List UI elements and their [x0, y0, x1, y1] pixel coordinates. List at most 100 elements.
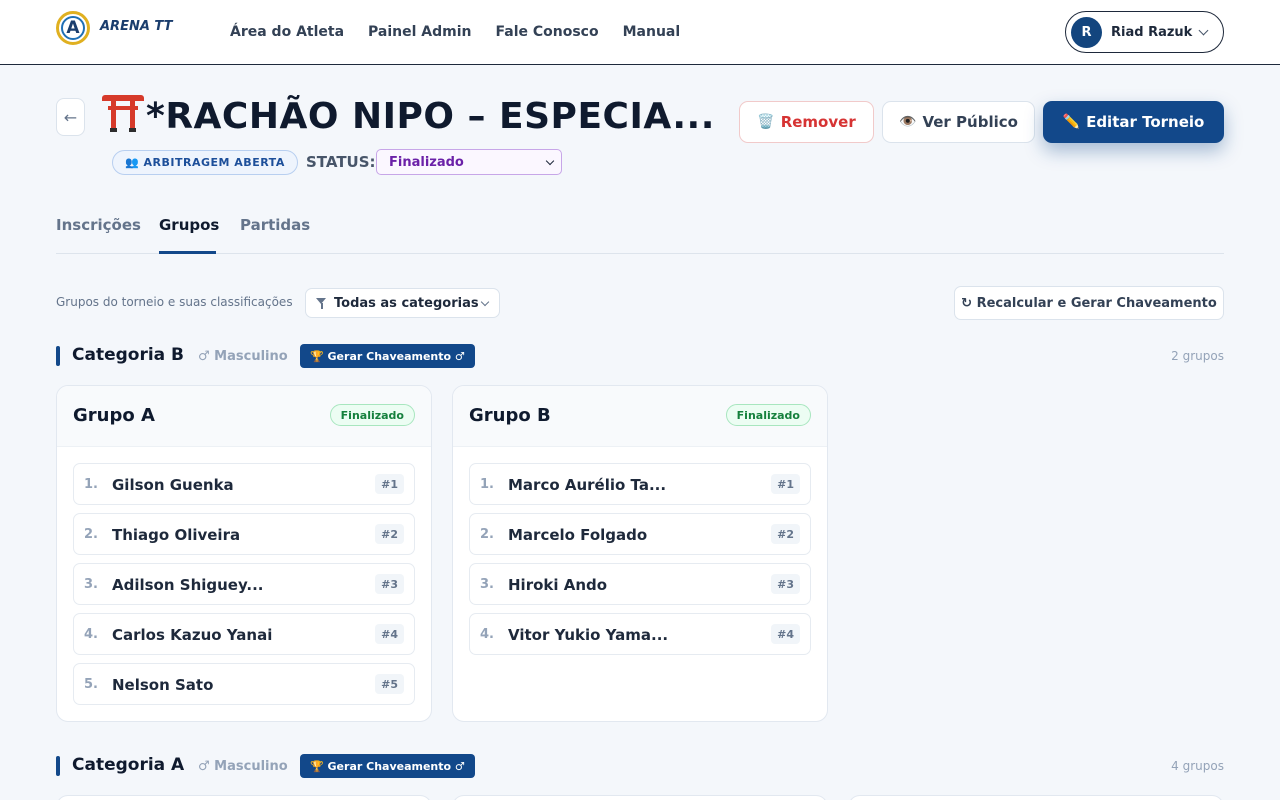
player-rank: 3. — [84, 577, 98, 592]
tab-partidas[interactable]: Partidas — [240, 216, 310, 234]
tab-bar: Inscrições Grupos Partidas — [56, 200, 1224, 254]
edit-tournament-button[interactable]: ✏️ Editar Torneio — [1043, 101, 1224, 143]
category-gender: ♂ Masculino — [198, 759, 288, 774]
back-button[interactable]: ← — [56, 98, 85, 136]
logo-emblem-icon: A — [56, 11, 90, 45]
remove-button-label: Remover — [780, 113, 856, 131]
chevron-down-icon — [545, 156, 555, 166]
category-accent-bar — [56, 346, 60, 366]
category-title: Categoria A — [72, 755, 185, 775]
player-rank: 1. — [84, 477, 98, 492]
tab-inscricoes[interactable]: Inscrições — [56, 216, 141, 234]
status-badge: Finalizado — [329, 404, 415, 426]
group-card-header: Grupo A Finalizado — [57, 386, 431, 447]
player-name: Carlos Kazuo Yanai — [112, 626, 273, 644]
torii-gate-icon — [102, 92, 144, 132]
category-gender: ♂ Masculino — [198, 349, 288, 364]
seed-badge: #3 — [375, 574, 404, 594]
player-rank: 5. — [84, 677, 98, 692]
group-card — [56, 795, 432, 800]
seed-badge: #2 — [771, 524, 800, 544]
status-badge: Finalizado — [725, 404, 811, 426]
generate-bracket-button[interactable]: 🏆 Gerar Chaveamento ♂ — [300, 754, 475, 778]
eye-icon: 👁️ — [899, 114, 917, 130]
player-list: 1. Marco Aurélio Ta... #1 2. Marcelo Fol… — [453, 447, 827, 655]
nav-links: Área do Atleta Painel Admin Fale Conosco… — [230, 0, 680, 64]
player-name: Thiago Oliveira — [112, 526, 241, 544]
chevron-down-icon — [1198, 25, 1209, 35]
group-card — [452, 795, 828, 800]
logo-letter: A — [66, 18, 80, 38]
pencil-icon: ✏️ — [1062, 114, 1081, 130]
nav-link-area-atleta[interactable]: Área do Atleta — [230, 24, 344, 40]
category-header: Categoria A ♂ Masculino 🏆 Gerar Chaveame… — [56, 754, 1224, 778]
group-card: Grupo B Finalizado 1. Marco Aurélio Ta..… — [452, 385, 828, 722]
player-name: Marcelo Folgado — [508, 526, 648, 544]
category-filter-select[interactable]: Todas as categorias — [305, 288, 500, 318]
view-public-button[interactable]: 👁️ Ver Público — [882, 101, 1035, 143]
chevron-down-icon — [480, 297, 490, 307]
active-tab-indicator — [159, 251, 216, 254]
edit-tournament-label: Editar Torneio — [1086, 113, 1205, 131]
remove-button[interactable]: 🗑️ Remover — [739, 101, 874, 143]
player-list: 1. Gilson Guenka #1 2. Thiago Oliveira #… — [57, 447, 431, 705]
player-rank: 2. — [84, 527, 98, 542]
filter-icon — [316, 297, 327, 309]
group-count: 2 grupos — [1171, 349, 1224, 363]
list-item[interactable]: 4. Vitor Yukio Yama... #4 — [469, 613, 811, 655]
category-filter-value: Todas as categorias — [334, 295, 479, 311]
seed-badge: #4 — [375, 624, 404, 644]
list-item[interactable]: 1. Gilson Guenka #1 — [73, 463, 415, 505]
category-accent-bar — [56, 756, 60, 776]
tab-grupos[interactable]: Grupos — [159, 216, 219, 234]
generate-bracket-button[interactable]: 🏆 Gerar Chaveamento ♂ — [300, 344, 475, 368]
group-card — [848, 795, 1224, 800]
category-header: Categoria B ♂ Masculino 🏆 Gerar Chaveame… — [56, 344, 1224, 368]
tournament-title: *RACHÃO NIPO – ESPECIA... — [146, 96, 715, 137]
nav-link-painel-admin[interactable]: Painel Admin — [368, 24, 471, 40]
seed-badge: #5 — [375, 674, 404, 694]
user-name: Riad Razuk — [1111, 24, 1193, 40]
group-count: 4 grupos — [1171, 759, 1224, 773]
seed-badge: #1 — [375, 474, 404, 494]
view-public-label: Ver Público — [922, 113, 1018, 131]
category-title: Categoria B — [72, 345, 185, 365]
arena-tt-logo[interactable]: A ARENA TT — [56, 11, 172, 45]
player-name: Vitor Yukio Yama... — [508, 626, 669, 644]
avatar: R — [1071, 16, 1102, 48]
list-item[interactable]: 2. Marcelo Folgado #2 — [469, 513, 811, 555]
seed-badge: #1 — [771, 474, 800, 494]
nav-link-fale-conosco[interactable]: Fale Conosco — [496, 24, 599, 40]
player-name: Gilson Guenka — [112, 476, 234, 494]
player-rank: 3. — [480, 577, 494, 592]
seed-badge: #3 — [771, 574, 800, 594]
group-title: Grupo A — [73, 405, 155, 426]
player-name: Nelson Sato — [112, 676, 214, 694]
player-rank: 4. — [84, 627, 98, 642]
seed-badge: #2 — [375, 524, 404, 544]
nav-link-manual[interactable]: Manual — [623, 24, 681, 40]
list-item[interactable]: 3. Hiroki Ando #3 — [469, 563, 811, 605]
status-label: STATUS: — [306, 153, 376, 171]
player-name: Hiroki Ando — [508, 576, 608, 594]
list-item[interactable]: 2. Thiago Oliveira #2 — [73, 513, 415, 555]
player-name: Marco Aurélio Ta... — [508, 476, 667, 494]
list-item[interactable]: 4. Carlos Kazuo Yanai #4 — [73, 613, 415, 655]
top-navbar: A ARENA TT Área do Atleta Painel Admin F… — [0, 0, 1280, 65]
arbitration-badge: 👥 ARBITRAGEM ABERTA — [112, 150, 298, 175]
page-title: *RACHÃO NIPO – ESPECIA... — [102, 92, 715, 137]
list-item[interactable]: 5. Nelson Sato #5 — [73, 663, 415, 705]
player-name: Adilson Shiguey... — [112, 576, 264, 594]
user-menu-button[interactable]: R Riad Razuk — [1065, 11, 1224, 53]
list-item[interactable]: 3. Adilson Shiguey... #3 — [73, 563, 415, 605]
player-rank: 1. — [480, 477, 494, 492]
group-card: Grupo A Finalizado 1. Gilson Guenka #1 2… — [56, 385, 432, 722]
player-rank: 2. — [480, 527, 494, 542]
logo-text: ARENA TT — [100, 18, 173, 34]
status-select[interactable]: Finalizado — [376, 149, 562, 175]
group-card-header: Grupo B Finalizado — [453, 386, 827, 447]
recalculate-bracket-button[interactable]: ↻ Recalcular e Gerar Chaveamento — [954, 286, 1224, 320]
list-item[interactable]: 1. Marco Aurélio Ta... #1 — [469, 463, 811, 505]
groups-caption: Grupos do torneio e suas classificações — [56, 295, 293, 309]
player-rank: 4. — [480, 627, 494, 642]
